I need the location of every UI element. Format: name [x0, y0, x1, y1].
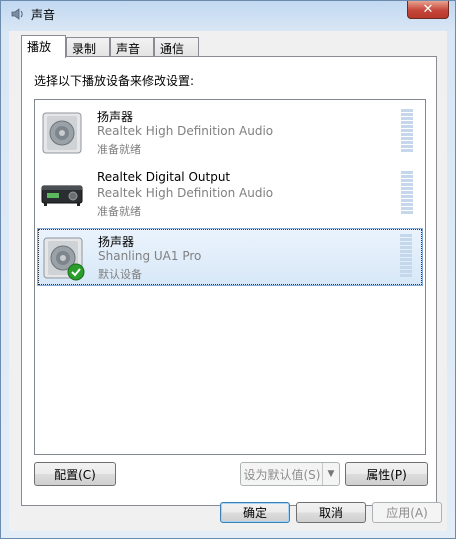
- level-meter: [401, 109, 413, 153]
- title-bar[interactable]: 声音 ✕: [1, 1, 455, 27]
- sound-dialog: 声音 ✕ 播放 录制 声音 通信 选择以下播放设备来修改设置: 扬声器 Real…: [0, 0, 456, 539]
- tab-communications[interactable]: 通信: [154, 37, 199, 57]
- ok-label: 确定: [242, 506, 267, 520]
- device-item-selected[interactable]: 扬声器 Shanling UA1 Pro 默认设备: [37, 228, 423, 286]
- level-meter: [401, 171, 413, 215]
- device-item[interactable]: Realtek Digital Output Realtek High Defi…: [37, 166, 423, 224]
- tab-playback[interactable]: 播放: [21, 35, 66, 58]
- tab-label: 录制: [72, 42, 97, 56]
- close-button[interactable]: ✕: [407, 1, 449, 19]
- tab-label: 播放: [27, 40, 52, 54]
- configure-label: 配置(C): [54, 467, 96, 482]
- device-status: 默认设备: [98, 268, 142, 281]
- properties-button[interactable]: 属性(P): [345, 462, 428, 486]
- device-list[interactable]: 扬声器 Realtek High Definition Audio 准备就绪 R…: [34, 99, 426, 455]
- instruction-text: 选择以下播放设备来修改设置:: [34, 74, 195, 88]
- cancel-button[interactable]: 取消: [296, 502, 366, 523]
- configure-button[interactable]: 配置(C): [34, 462, 116, 486]
- tab-label: 通信: [160, 42, 185, 56]
- level-meter: [400, 234, 412, 278]
- default-check-icon: [67, 263, 85, 281]
- speaker-icon: [42, 112, 82, 154]
- tab-label: 声音: [116, 42, 141, 56]
- device-status: 准备就绪: [97, 205, 141, 218]
- apply-button[interactable]: 应用(A): [372, 502, 442, 523]
- device-item[interactable]: 扬声器 Realtek High Definition Audio 准备就绪: [37, 104, 423, 162]
- dropdown-arrow-icon[interactable]: ▼: [322, 463, 339, 485]
- device-description: Shanling UA1 Pro: [98, 249, 202, 263]
- ok-button[interactable]: 确定: [220, 502, 290, 523]
- device-status: 准备就绪: [97, 143, 141, 156]
- window-title: 声音: [31, 8, 56, 22]
- playback-panel: 选择以下播放设备来修改设置: 扬声器 Realtek High Definiti…: [21, 56, 437, 506]
- properties-label: 属性(P): [366, 467, 407, 482]
- device-description: Realtek High Definition Audio: [97, 124, 274, 138]
- tab-sounds[interactable]: 声音: [110, 37, 154, 57]
- dialog-client: 播放 录制 声音 通信 选择以下播放设备来修改设置: 扬声器 Realtek H…: [9, 31, 447, 531]
- digital-output-icon: [41, 185, 83, 206]
- set-default-label: 设为默认值(S): [243, 467, 321, 482]
- speaker-icon: [43, 237, 85, 281]
- speaker-small-icon: [11, 8, 23, 20]
- device-name: 扬声器: [98, 235, 135, 249]
- device-name: 扬声器: [97, 110, 134, 124]
- tab-recording[interactable]: 录制: [66, 37, 110, 57]
- close-icon: ✕: [422, 2, 434, 17]
- set-default-button[interactable]: 设为默认值(S) ▼: [240, 462, 340, 486]
- cancel-label: 取消: [318, 506, 343, 520]
- device-description: Realtek High Definition Audio: [97, 186, 274, 200]
- device-name: Realtek Digital Output: [97, 170, 231, 184]
- apply-label: 应用(A): [386, 506, 428, 520]
